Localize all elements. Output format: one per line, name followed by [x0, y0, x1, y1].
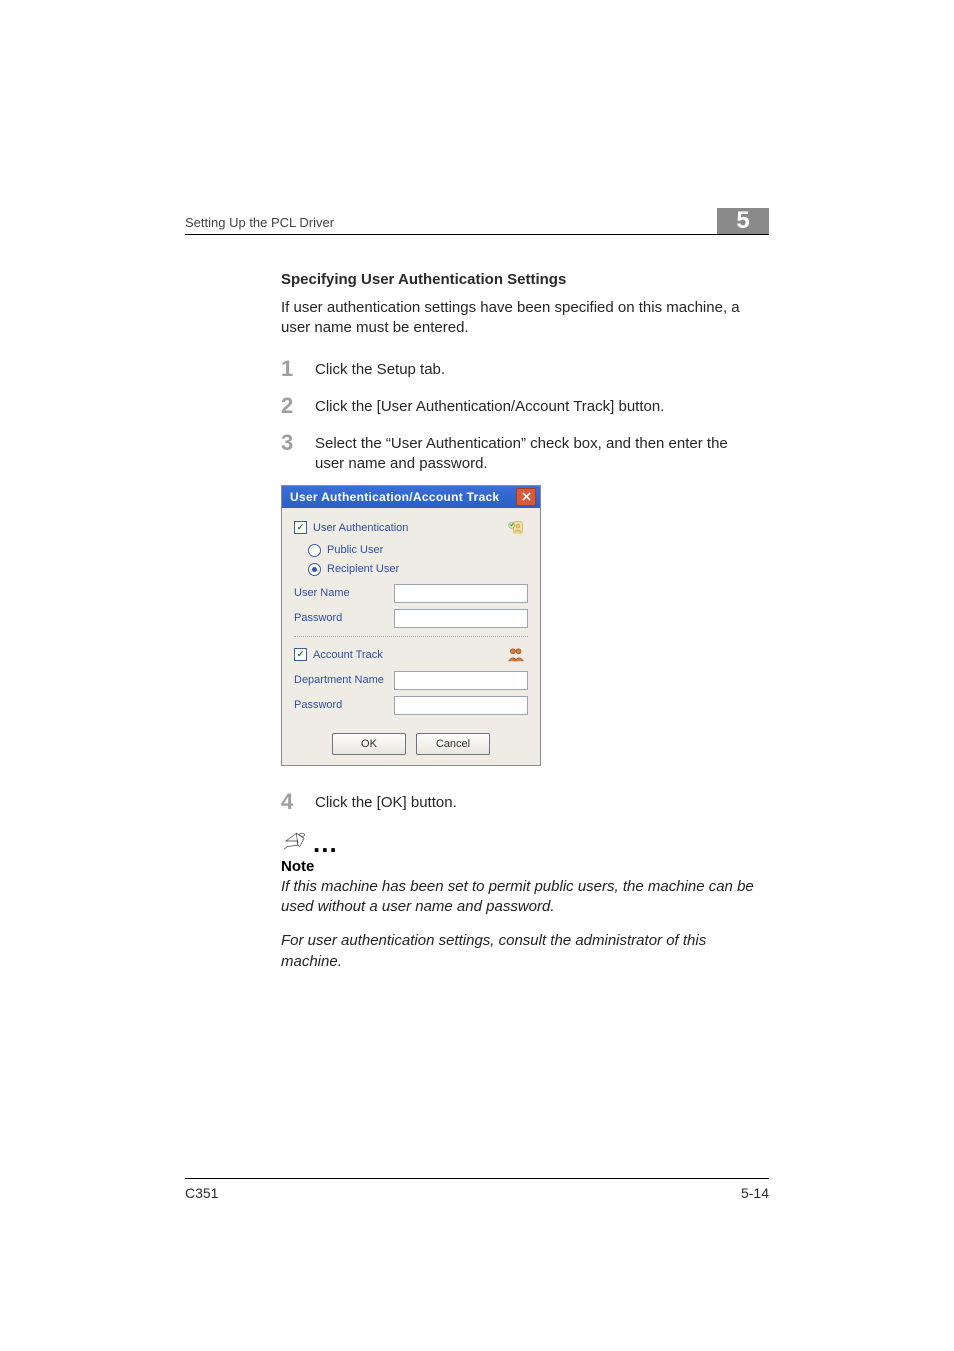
note-paragraph: For user authentication settings, consul…	[281, 931, 755, 972]
step-number: 2	[281, 395, 297, 417]
intro-paragraph: If user authentication settings have bee…	[281, 298, 755, 339]
dept-name-label: Department Name	[294, 674, 394, 686]
dialog-separator	[294, 636, 528, 637]
dialog-title: User Authentication/Account Track	[290, 490, 500, 504]
section-running-head: Setting Up the PCL Driver	[185, 215, 334, 234]
user-icon	[504, 518, 528, 538]
user-auth-checkbox[interactable]	[294, 521, 307, 534]
step-number: 3	[281, 432, 297, 475]
public-user-radio[interactable]	[308, 544, 321, 557]
note-icon	[281, 831, 309, 856]
password-input[interactable]	[394, 609, 528, 628]
ok-button[interactable]: OK	[332, 733, 406, 755]
footer-model: C351	[185, 1185, 218, 1201]
password-label: Password	[294, 612, 394, 624]
step-text: Click the [User Authentication/Account T…	[315, 397, 755, 417]
step-text: Click the [OK] button.	[315, 793, 755, 813]
sub-heading: Specifying User Authentication Settings	[281, 271, 755, 288]
user-auth-dialog: User Authentication/Account Track User A…	[281, 485, 541, 766]
at-password-input[interactable]	[394, 696, 528, 715]
at-password-label: Password	[294, 699, 394, 711]
footer-page-number: 5-14	[741, 1185, 769, 1201]
group-icon	[504, 645, 528, 665]
step-number: 1	[281, 358, 297, 380]
cancel-button[interactable]: Cancel	[416, 733, 490, 755]
step-text: Select the “User Authentication” check b…	[315, 434, 755, 475]
public-user-label: Public User	[327, 544, 383, 556]
account-track-checkbox[interactable]	[294, 648, 307, 661]
step-text: Click the Setup tab.	[315, 360, 755, 380]
recipient-user-radio[interactable]	[308, 563, 321, 576]
step-number: 4	[281, 791, 297, 813]
note-heading: Note	[281, 858, 755, 875]
user-name-label: User Name	[294, 587, 394, 599]
note-ellipsis: ...	[313, 838, 338, 848]
dept-name-input[interactable]	[394, 671, 528, 690]
recipient-user-label: Recipient User	[327, 563, 399, 575]
user-name-input[interactable]	[394, 584, 528, 603]
dialog-title-bar: User Authentication/Account Track	[282, 486, 540, 508]
footer-rule	[185, 1178, 769, 1179]
account-track-label: Account Track	[313, 649, 383, 661]
note-paragraph: If this machine has been set to permit p…	[281, 877, 755, 918]
close-icon[interactable]	[516, 488, 536, 506]
user-auth-label: User Authentication	[313, 522, 408, 534]
chapter-number: 5	[717, 208, 769, 234]
